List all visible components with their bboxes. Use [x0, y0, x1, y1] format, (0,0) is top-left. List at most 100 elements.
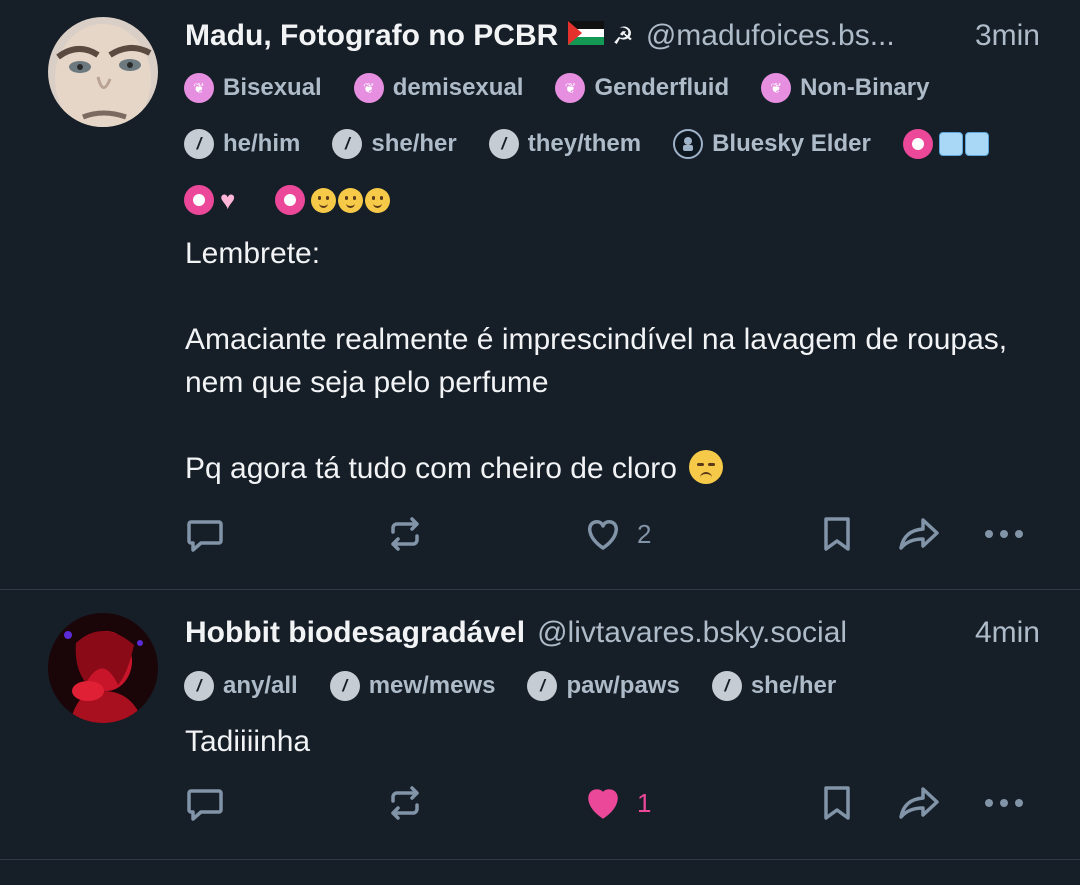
repost-icon — [385, 783, 425, 823]
label-badge[interactable]: ❦ Genderfluid — [555, 73, 729, 103]
post[interactable]: Hobbit biodesagradável @livtavares.bsky.… — [0, 590, 1080, 860]
label-badge[interactable]: ❦ Non-Binary — [761, 73, 929, 103]
slash-icon: / — [184, 671, 214, 701]
pink-heart-icon: ♥ — [220, 185, 236, 215]
slash-icon: / — [329, 671, 360, 701]
post-header: Madu, Fotografo no PCBR ☭ @madufoices.bs… — [185, 16, 1040, 56]
label-text: she/her — [750, 672, 837, 699]
post-actions: 1 — [185, 783, 1030, 823]
ice-cube-icon — [964, 132, 989, 156]
label-text: demisexual — [392, 74, 524, 101]
palestine-flag-icon — [568, 19, 605, 53]
labels-row: / any/all / mew/mews / paw/paws / she/he… — [184, 668, 868, 704]
reply-icon — [185, 514, 225, 554]
heart-filled-icon — [583, 783, 623, 823]
label-badge[interactable]: / mew/mews — [329, 671, 496, 701]
post-text: Lembrete: Amaciante realmente é impresci… — [185, 232, 1020, 490]
label-text: Genderfluid — [594, 74, 730, 101]
repost-button[interactable] — [385, 783, 425, 823]
post-header: Hobbit biodesagradável @livtavares.bsky.… — [185, 613, 1040, 653]
label-badge[interactable]: ♥ — [184, 185, 235, 215]
label-badge[interactable]: / she/her — [711, 671, 837, 701]
label-text: Non-Binary — [800, 74, 930, 101]
post-text-line: Tadiiiinha — [185, 725, 311, 758]
slash-icon: / — [488, 129, 519, 159]
label-text: any/all — [223, 672, 298, 699]
slash-icon: / — [184, 129, 214, 159]
labels-row: ♥ — [184, 182, 424, 218]
more-button[interactable] — [983, 783, 1025, 823]
sprout-icon: ❦ — [761, 73, 792, 103]
label-badge[interactable]: Bluesky Elder — [673, 129, 871, 159]
smiley-icon — [338, 187, 364, 213]
bookmark-icon — [817, 783, 857, 823]
label-text: mew/mews — [368, 672, 496, 699]
author-name[interactable]: Hobbit biodesagradável — [185, 616, 525, 650]
slash-icon: / — [711, 671, 742, 701]
heart-icon — [583, 514, 623, 554]
smiley-icon — [365, 187, 391, 213]
repost-button[interactable] — [385, 514, 425, 554]
post[interactable]: Madu, Fotografo no PCBR ☭ @madufoices.bs… — [0, 0, 1080, 590]
label-text: she/her — [371, 130, 457, 157]
label-badge[interactable]: / she/her — [332, 129, 457, 159]
author-handle[interactable]: @livtavares.bsky.social — [537, 616, 847, 650]
slash-icon: / — [527, 671, 558, 701]
ring-icon — [902, 129, 933, 159]
post-text-line: Lembrete: — [185, 237, 321, 270]
reply-button[interactable] — [185, 514, 225, 554]
hammer-sickle-icon: ☭ — [612, 22, 634, 50]
more-button[interactable] — [983, 514, 1025, 554]
labels-row: ❦ Bisexual ❦ demisexual ❦ Genderfluid ❦ … — [184, 70, 961, 106]
label-badge[interactable] — [902, 129, 991, 159]
label-badge[interactable]: ❦ Bisexual — [184, 73, 322, 103]
disappointed-face-icon — [689, 450, 724, 484]
post-text: Tadiiiinha — [185, 720, 1020, 763]
bookmark-icon — [817, 514, 857, 554]
ring-icon — [275, 185, 306, 215]
label-text: he/him — [223, 130, 301, 157]
share-icon — [897, 514, 943, 554]
reply-icon — [185, 783, 225, 823]
sprout-icon: ❦ — [353, 73, 384, 103]
author-name[interactable]: Madu, Fotografo no PCBR — [185, 19, 558, 53]
feed: Madu, Fotografo no PCBR ☭ @madufoices.bs… — [0, 0, 1080, 885]
label-badge[interactable]: ❦ demisexual — [353, 73, 524, 103]
sprout-icon: ❦ — [555, 73, 586, 103]
post-text-line: Amaciante realmente é imprescindível na … — [185, 323, 1008, 399]
smiley-icon — [311, 187, 337, 213]
post-time[interactable]: 3min — [975, 19, 1040, 53]
like-count: 2 — [637, 518, 652, 549]
author-handle[interactable]: @madufoices.bs... — [646, 19, 961, 53]
bookmark-button[interactable] — [817, 514, 857, 554]
sprout-icon: ❦ — [184, 73, 214, 103]
post-text-line: Pq agora tá tudo com cheiro de cloro — [185, 452, 677, 485]
label-badge[interactable]: / any/all — [184, 671, 298, 701]
label-text: Bluesky Elder — [712, 130, 871, 157]
more-icon — [983, 783, 1025, 823]
label-badge[interactable]: / paw/paws — [527, 671, 680, 701]
label-badge[interactable] — [275, 185, 392, 215]
repost-icon — [385, 514, 425, 554]
post-actions: 2 — [185, 514, 1030, 554]
labels-row: / he/him / she/her / they/them Bluesky E… — [184, 126, 991, 162]
more-icon — [983, 514, 1025, 554]
like-button[interactable]: 1 — [583, 783, 651, 823]
label-text: Bisexual — [223, 74, 322, 101]
bluesky-elder-icon — [673, 129, 704, 159]
bookmark-button[interactable] — [817, 783, 857, 823]
avatar[interactable] — [48, 17, 158, 127]
like-count: 1 — [637, 787, 652, 818]
post-time[interactable]: 4min — [975, 616, 1040, 650]
slash-icon: / — [332, 129, 363, 159]
label-text: they/them — [527, 130, 642, 157]
avatar[interactable] — [48, 613, 158, 723]
reply-button[interactable] — [185, 783, 225, 823]
share-button[interactable] — [897, 514, 943, 554]
share-button[interactable] — [897, 783, 943, 823]
label-badge[interactable]: / they/them — [488, 129, 642, 159]
share-icon — [897, 783, 943, 823]
ring-icon — [184, 185, 214, 215]
label-badge[interactable]: / he/him — [184, 129, 300, 159]
like-button[interactable]: 2 — [583, 514, 651, 554]
